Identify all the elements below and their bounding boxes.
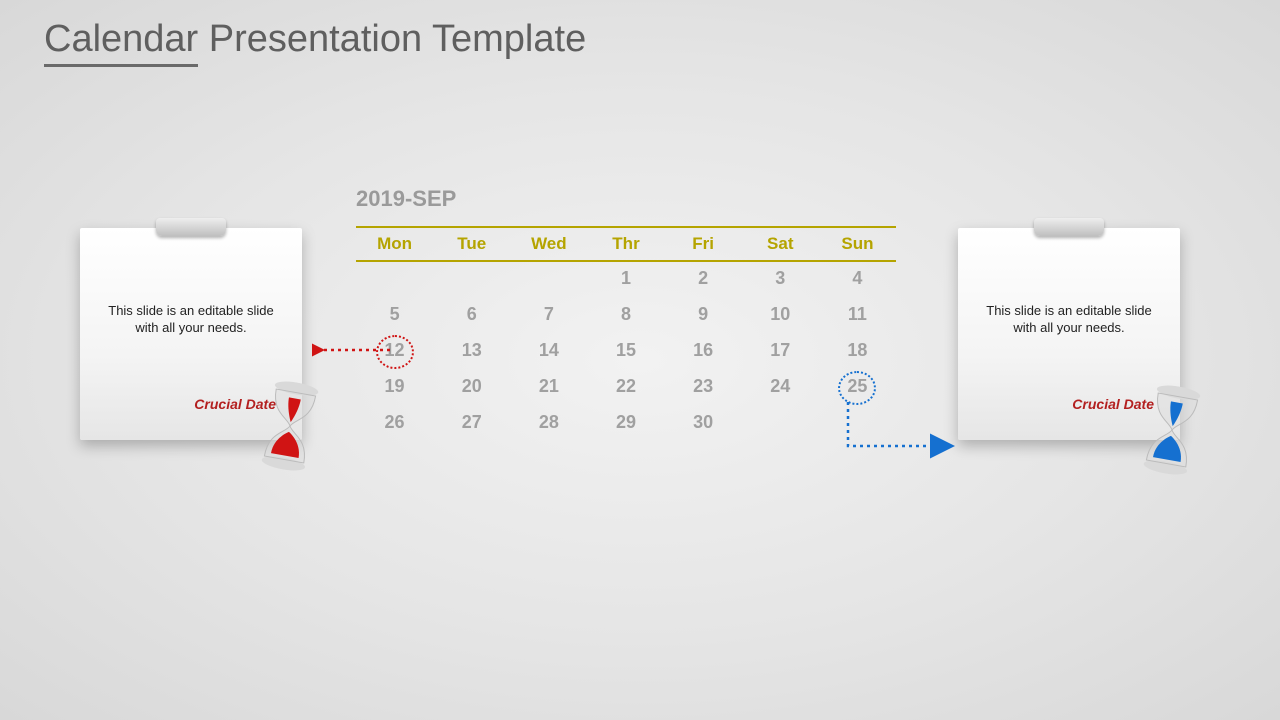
day-cell: 6 (433, 298, 510, 334)
calendar-row: 1 2 3 4 (356, 262, 896, 298)
weekday: Sat (742, 228, 819, 260)
day-cell: 1 (587, 262, 664, 298)
clip-icon (156, 218, 226, 236)
note-label: Crucial Date (1072, 396, 1154, 412)
day-cell: 29 (587, 406, 664, 442)
day-cell: 8 (587, 298, 664, 334)
day-cell: 23 (665, 370, 742, 406)
hourglass-icon (253, 377, 327, 474)
note-text: This slide is an editable slide with all… (976, 302, 1162, 336)
day-cell: 24 (742, 370, 819, 406)
day-cell: 14 (510, 334, 587, 370)
weekday: Sun (819, 228, 896, 260)
note-text: This slide is an editable slide with all… (98, 302, 284, 336)
calendar-header-row: Mon Tue Wed Thr Fri Sat Sun (356, 226, 896, 262)
weekday: Fri (665, 228, 742, 260)
day-cell: 16 (665, 334, 742, 370)
calendar-row: 5 6 7 8 9 10 11 (356, 298, 896, 334)
day-cell (742, 406, 819, 442)
day-cell-highlight-blue: 25 (819, 370, 896, 406)
day-cell: 19 (356, 370, 433, 406)
day-cell: 26 (356, 406, 433, 442)
note-card-left: This slide is an editable slide with all… (80, 228, 302, 440)
title-rest: Presentation Template (198, 18, 586, 60)
day-cell (356, 262, 433, 298)
day-cell (510, 262, 587, 298)
day-cell: 4 (819, 262, 896, 298)
clip-icon (1034, 218, 1104, 236)
day-cell: 2 (665, 262, 742, 298)
day-cell: 30 (665, 406, 742, 442)
day-cell: 18 (819, 334, 896, 370)
day-cell: 22 (587, 370, 664, 406)
day-cell: 3 (742, 262, 819, 298)
day-cell: 11 (819, 298, 896, 334)
day-cell: 20 (433, 370, 510, 406)
weekday: Tue (433, 228, 510, 260)
day-cell: 5 (356, 298, 433, 334)
calendar-row: 26 27 28 29 30 (356, 406, 896, 442)
weekday: Thr (587, 228, 664, 260)
day-cell: 15 (587, 334, 664, 370)
note-card-right: This slide is an editable slide with all… (958, 228, 1180, 440)
day-cell: 10 (742, 298, 819, 334)
calendar: 2019-SEP Mon Tue Wed Thr Fri Sat Sun 1 2… (356, 186, 896, 442)
day-cell (819, 406, 896, 442)
day-cell-highlight-red: 12 (356, 334, 433, 370)
weekday: Mon (356, 228, 433, 260)
calendar-row: 19 20 21 22 23 24 25 (356, 370, 896, 406)
day-cell: 21 (510, 370, 587, 406)
day-cell: 27 (433, 406, 510, 442)
day-cell (433, 262, 510, 298)
day-cell: 17 (742, 334, 819, 370)
calendar-row: 12 13 14 15 16 17 18 (356, 334, 896, 370)
day-cell: 28 (510, 406, 587, 442)
day-cell: 7 (510, 298, 587, 334)
calendar-month: 2019-SEP (356, 186, 896, 212)
slide-title: Calendar Presentation Template (44, 18, 586, 61)
title-underlined: Calendar (44, 18, 198, 67)
slide: Calendar Presentation Template This slid… (0, 0, 1280, 720)
day-cell: 13 (433, 334, 510, 370)
weekday: Wed (510, 228, 587, 260)
day-cell: 9 (665, 298, 742, 334)
